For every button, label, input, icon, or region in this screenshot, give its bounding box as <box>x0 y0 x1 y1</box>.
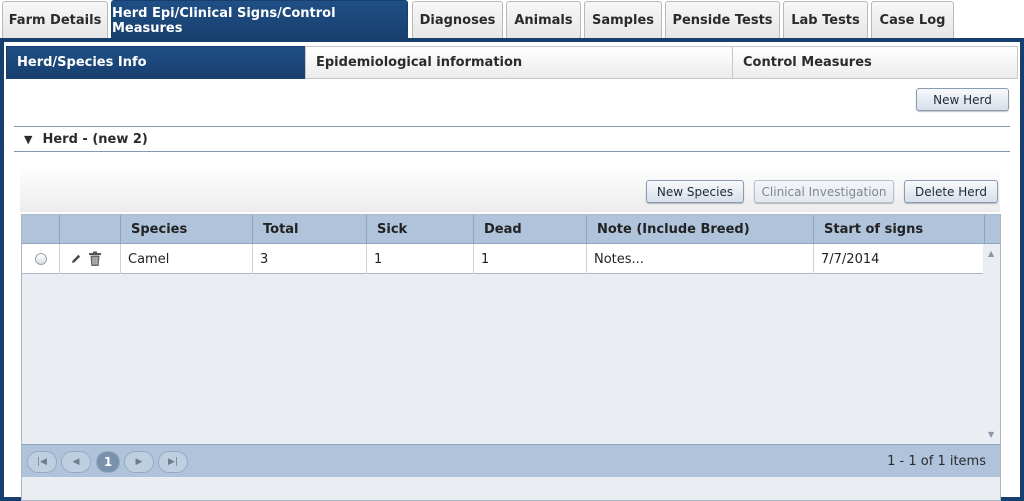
last-page-icon[interactable]: ▶| <box>158 451 188 473</box>
cell-dead: 1 <box>474 244 587 274</box>
main-panel: Herd/Species Info Epidemiological inform… <box>0 38 1024 501</box>
sub-tab-bar: Herd/Species Info Epidemiological inform… <box>6 46 1018 79</box>
header-dead[interactable]: Dead <box>474 215 587 244</box>
trash-icon[interactable] <box>88 251 102 267</box>
cell-start-of-signs: 7/7/2014 <box>821 251 880 267</box>
pencil-icon[interactable] <box>70 253 82 265</box>
cell-total: 3 <box>253 244 367 274</box>
tab-diagnoses[interactable]: Diagnoses <box>412 1 503 39</box>
top-tab-bar: Farm Details Herd Epi/Clinical Signs/Con… <box>0 0 1024 40</box>
tab-samples[interactable]: Samples <box>584 1 662 39</box>
header-actions <box>60 215 121 244</box>
next-page-icon[interactable]: ▶ <box>124 451 154 473</box>
tab-farm-details[interactable]: Farm Details <box>2 1 108 39</box>
prev-page-icon[interactable]: ◀ <box>61 451 91 473</box>
pager-info: 1 - 1 of 1 items <box>887 454 986 469</box>
header-start-of-signs[interactable]: Start of signs <box>814 215 985 244</box>
grid-header: Species Total Sick Dead Note (Include Br… <box>22 215 1000 244</box>
row-select-cell <box>22 244 60 274</box>
tab-lab-tests[interactable]: Lab Tests <box>783 1 868 39</box>
tab-animals[interactable]: Animals <box>506 1 581 39</box>
herd-title: Herd - (new 2) <box>42 131 148 147</box>
herd-section-header[interactable]: ▼ Herd - (new 2) <box>14 126 1010 152</box>
table-row[interactable]: Camel 3 1 1 Notes... 7/7/2014 <box>22 244 983 274</box>
row-actions-cell <box>60 244 121 274</box>
species-grid: Species Total Sick Dead Note (Include Br… <box>21 214 1001 501</box>
scroll-down-icon[interactable]: ▼ <box>988 430 994 439</box>
scroll-up-icon[interactable]: ▲ <box>988 249 994 258</box>
clinical-investigation-button: Clinical Investigation <box>754 180 894 203</box>
tab-case-log[interactable]: Case Log <box>871 1 954 39</box>
new-herd-button[interactable]: New Herd <box>916 88 1009 111</box>
subtab-epidemiological-information[interactable]: Epidemiological information <box>305 46 733 79</box>
cell-note[interactable]: Notes... <box>587 244 814 274</box>
page-number-current[interactable]: 1 <box>96 451 120 473</box>
subtab-herd-species-info[interactable]: Herd/Species Info <box>6 46 306 79</box>
delete-herd-button[interactable]: Delete Herd <box>904 180 998 203</box>
collapse-triangle-icon[interactable]: ▼ <box>24 133 32 146</box>
header-select <box>22 215 60 244</box>
grid-pager: |◀ ◀ 1 ▶ ▶| 1 - 1 of 1 items <box>22 444 1000 477</box>
header-species[interactable]: Species <box>121 215 253 244</box>
row-select-radio[interactable] <box>34 253 47 265</box>
grid-scrollbar[interactable]: ▲ ▼ <box>984 244 1000 444</box>
new-species-button[interactable]: New Species <box>646 180 744 203</box>
header-sick[interactable]: Sick <box>367 215 474 244</box>
subtab-control-measures[interactable]: Control Measures <box>732 46 1018 79</box>
header-note[interactable]: Note (Include Breed) <box>587 215 814 244</box>
cell-sick: 1 <box>367 244 474 274</box>
tab-herd-epi[interactable]: Herd Epi/Clinical Signs/Control Measures <box>111 0 408 40</box>
cell-species: Camel <box>121 244 253 274</box>
header-total[interactable]: Total <box>253 215 367 244</box>
first-page-icon[interactable]: |◀ <box>27 451 57 473</box>
tab-penside-tests[interactable]: Penside Tests <box>665 1 780 39</box>
